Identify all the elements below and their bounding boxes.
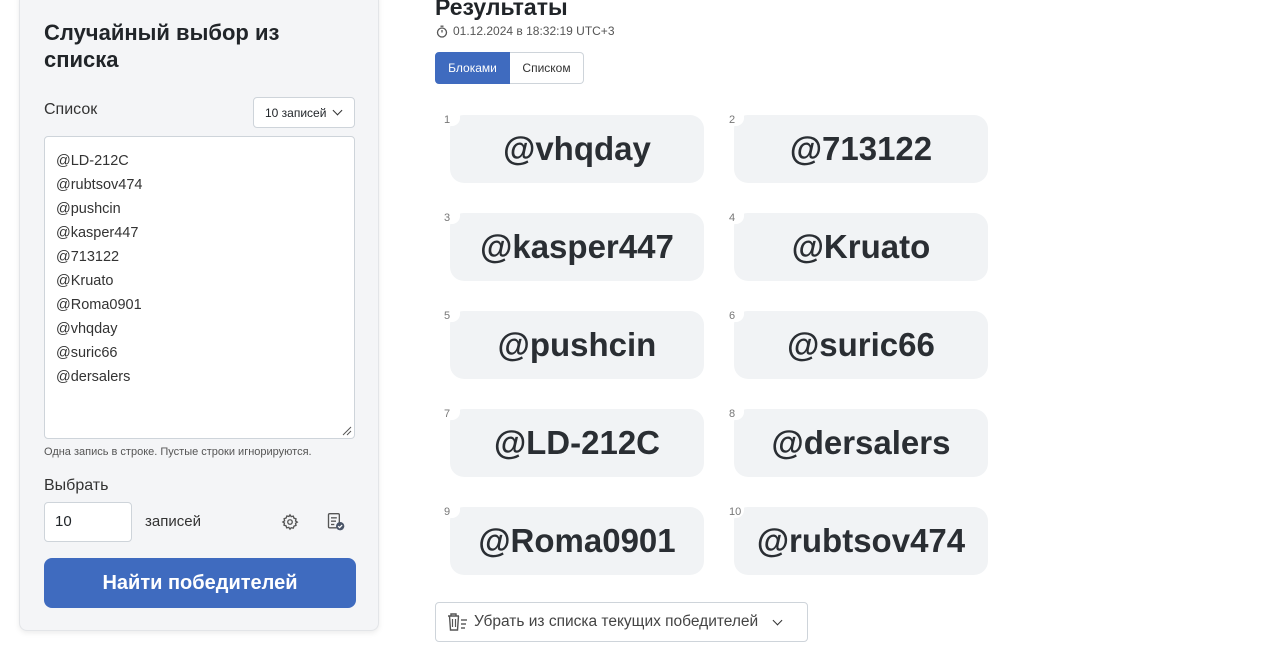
block-number: 5 bbox=[444, 310, 451, 322]
trash-list-icon bbox=[448, 613, 467, 631]
block-number: 8 bbox=[729, 408, 736, 420]
pick-count-input[interactable]: 10 bbox=[44, 502, 132, 542]
picker-card: Случайный выбор из списка Список 10 запи… bbox=[19, 0, 379, 631]
count-select-value: 10 записей bbox=[265, 105, 327, 120]
winner-name: @vhqday bbox=[503, 130, 651, 167]
entry-line: @dersalers bbox=[56, 369, 131, 385]
resize-grip-icon[interactable] bbox=[342, 426, 352, 436]
winner-name: @rubtsov474 bbox=[756, 522, 966, 559]
entries-textarea[interactable]: @LD-212C @rubtsov474 @pushcin @kasper447… bbox=[44, 136, 355, 439]
results-timestamp: 01.12.2024 в 18:32:19 UTC+3 bbox=[436, 24, 615, 38]
winner-block: @kasper447 bbox=[450, 213, 704, 281]
entry-line: @LD-212C bbox=[56, 153, 129, 169]
winner-name: @dersalers bbox=[771, 424, 951, 461]
find-winners-button[interactable]: Найти победителей bbox=[44, 558, 356, 608]
winner-block: @vhqday bbox=[450, 115, 704, 183]
winner-block: @suric66 bbox=[734, 311, 988, 379]
card-title: Случайный выбор из списка bbox=[44, 20, 280, 72]
winner-block: @LD-212C bbox=[450, 409, 704, 477]
entry-line: @kasper447 bbox=[56, 225, 139, 241]
winner-block: @Kruato bbox=[734, 213, 988, 281]
timestamp-text: 01.12.2024 в 18:32:19 UTC+3 bbox=[453, 24, 615, 38]
block-number: 7 bbox=[444, 408, 451, 420]
winner-block: @dersalers bbox=[734, 409, 988, 477]
winner-name: @pushcin bbox=[497, 326, 657, 363]
entries-count-select[interactable]: 10 записей bbox=[253, 97, 355, 128]
winner-name: @713122 bbox=[789, 130, 933, 167]
block-number: 6 bbox=[729, 310, 736, 322]
view-list-button[interactable]: Списком bbox=[510, 52, 584, 84]
entry-line: @713122 bbox=[56, 249, 120, 265]
block-number: 2 bbox=[729, 114, 736, 126]
view-toggle: Блоками Списком bbox=[435, 52, 584, 84]
chevron-down-icon bbox=[332, 105, 343, 116]
block-number: 4 bbox=[729, 212, 736, 224]
gear-icon bbox=[281, 513, 299, 531]
list-check-button[interactable] bbox=[325, 511, 347, 533]
winner-block: @713122 bbox=[734, 115, 988, 183]
winner-name: @Roma0901 bbox=[478, 522, 676, 559]
entry-line: @Kruato bbox=[56, 273, 114, 289]
list-hint: Одна запись в строке. Пустые строки игно… bbox=[44, 446, 312, 458]
remove-winners-label: Убрать из списка текущих победителей bbox=[474, 613, 759, 630]
entry-line: @rubtsov474 bbox=[56, 177, 143, 193]
winner-block: @rubtsov474 bbox=[734, 507, 988, 575]
chevron-down-icon bbox=[772, 615, 783, 625]
block-number: 1 bbox=[444, 114, 451, 126]
entry-line: @vhqday bbox=[56, 321, 118, 337]
entry-line: @Roma0901 bbox=[56, 297, 142, 313]
records-word: записей bbox=[145, 513, 201, 530]
block-number: 3 bbox=[444, 212, 451, 224]
winner-block: @pushcin bbox=[450, 311, 704, 379]
winner-name: @kasper447 bbox=[480, 228, 674, 265]
list-label: Список bbox=[44, 101, 98, 118]
entry-line: @pushcin bbox=[56, 201, 121, 217]
list-check-icon bbox=[327, 513, 345, 531]
remove-winners-button[interactable]: Убрать из списка текущих победителей bbox=[435, 602, 808, 642]
winner-name: @Kruato bbox=[791, 228, 931, 265]
winner-name: @suric66 bbox=[787, 326, 935, 363]
entry-line: @suric66 bbox=[56, 345, 118, 361]
settings-button[interactable] bbox=[279, 511, 301, 533]
results-title: Результаты bbox=[435, 0, 568, 20]
stopwatch-icon bbox=[436, 25, 448, 38]
pick-label: Выбрать bbox=[44, 477, 109, 494]
view-blocks-button[interactable]: Блоками bbox=[435, 52, 510, 84]
block-number: 10 bbox=[729, 506, 742, 518]
winner-name: @LD-212C bbox=[493, 424, 661, 461]
block-number: 9 bbox=[444, 506, 451, 518]
winner-block: @Roma0901 bbox=[450, 507, 704, 575]
